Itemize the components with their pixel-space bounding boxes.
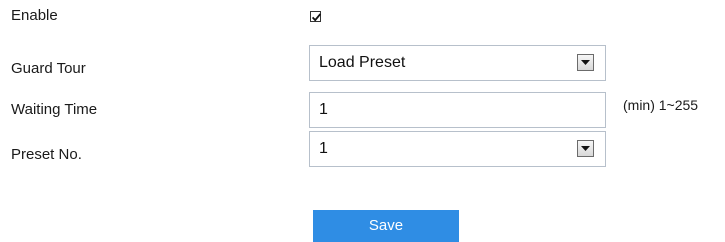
chevron-down-icon (581, 146, 590, 151)
preset-no-select[interactable]: 1 (309, 131, 606, 167)
waiting-time-label: Waiting Time (11, 101, 98, 118)
save-button[interactable]: Save (313, 210, 459, 242)
enable-label: Enable (11, 7, 58, 24)
guard-tour-dropdown-button[interactable] (577, 54, 594, 71)
enable-checkbox[interactable] (310, 11, 322, 22)
guard-tour-label: Guard Tour (11, 60, 86, 77)
waiting-time-value: 1 (319, 101, 328, 118)
waiting-time-input[interactable]: 1 (309, 92, 606, 128)
preset-no-label: Preset No. (11, 146, 82, 163)
preset-no-dropdown-button[interactable] (577, 140, 594, 157)
waiting-time-unit-range: (min) 1~255 (623, 97, 699, 113)
chevron-down-icon (581, 60, 590, 65)
guard-tour-select[interactable]: Load Preset (309, 45, 606, 81)
guard-tour-value: Load Preset (319, 54, 406, 71)
preset-no-value: 1 (319, 140, 328, 157)
checkmark-icon (311, 13, 322, 22)
